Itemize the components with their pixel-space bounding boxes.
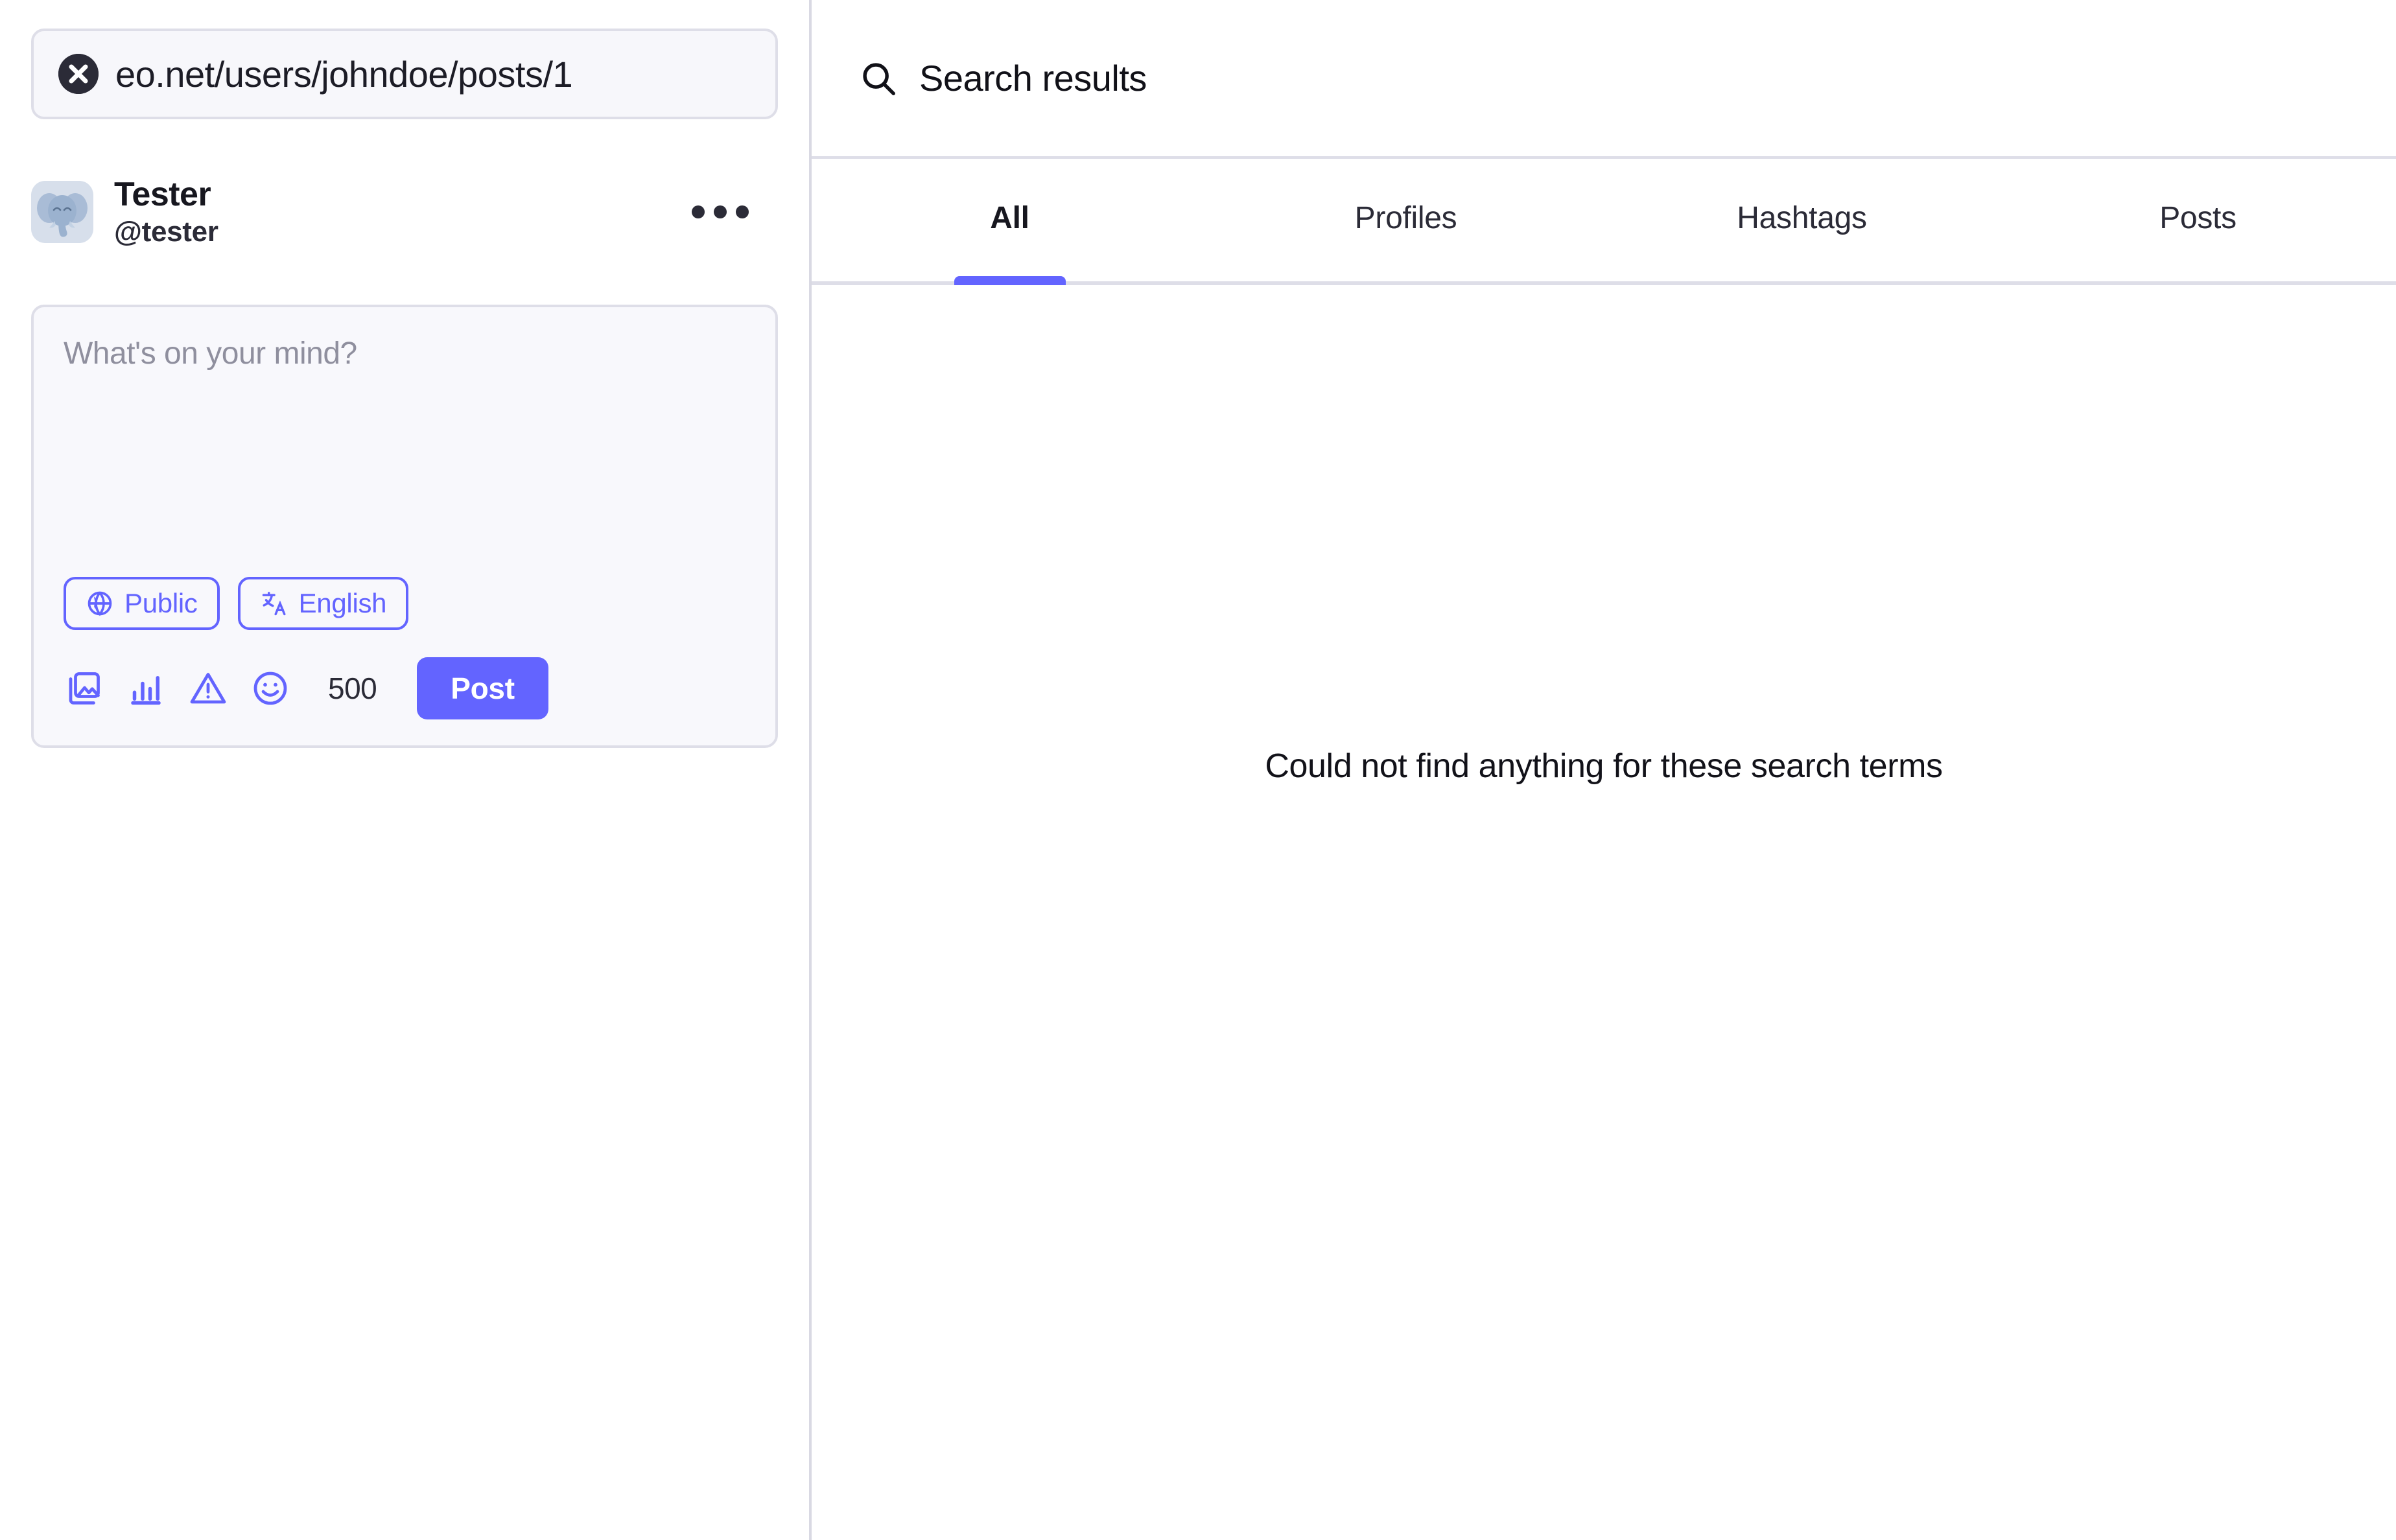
content-warning-icon[interactable] [188, 668, 228, 708]
search-results-tabs: All Profiles Hashtags Posts [812, 159, 2396, 285]
search-results-list: Could not find anything for these search… [812, 285, 2396, 1540]
compose-box: What's on your mind? Public [31, 305, 778, 748]
tab-all[interactable]: All [812, 159, 1208, 281]
compose-pill-row: Public English [64, 577, 746, 630]
instance-url-text: eo.net/users/johndoe/posts/1 [115, 53, 572, 95]
close-circle-icon[interactable] [58, 54, 99, 94]
account-display-name: Tester [114, 176, 664, 213]
character-count: 500 [328, 671, 377, 706]
kebab-dot [736, 205, 749, 218]
tab-profiles[interactable]: Profiles [1208, 159, 1604, 281]
compose-textarea[interactable]: What's on your mind? [64, 336, 746, 577]
emoji-picker-icon[interactable] [250, 668, 290, 708]
post-button[interactable]: Post [417, 657, 548, 719]
app-root: eo.net/users/johndoe/posts/1 [0, 0, 2396, 1540]
elephant-avatar[interactable] [31, 181, 93, 243]
instance-url-bar[interactable]: eo.net/users/johndoe/posts/1 [31, 29, 778, 119]
search-icon [858, 58, 898, 99]
tab-hashtags[interactable]: Hashtags [1604, 159, 2000, 281]
privacy-selector-label: Public [124, 588, 198, 619]
compose-panel: eo.net/users/johndoe/posts/1 [0, 0, 812, 1540]
add-poll-icon[interactable] [126, 668, 166, 708]
kebab-dot [692, 205, 705, 218]
language-selector-button[interactable]: English [238, 577, 409, 630]
empty-state-message: Could not find anything for these search… [1265, 747, 1942, 786]
account-row: Tester @tester [31, 166, 778, 258]
account-names: Tester @tester [114, 176, 664, 248]
kebab-dot [714, 205, 727, 218]
search-results-panel: Search results All Profiles Hashtags Pos… [812, 0, 2396, 1540]
translate-icon [260, 589, 288, 618]
account-handle: @tester [114, 216, 664, 248]
compose-action-row: 500 Post [64, 657, 746, 719]
tab-posts[interactable]: Posts [2000, 159, 2396, 281]
search-results-header: Search results [812, 0, 2396, 159]
ellipsis-horizontal-icon[interactable] [685, 186, 756, 238]
search-results-title: Search results [919, 57, 1147, 99]
globe-icon [86, 589, 114, 618]
privacy-selector-button[interactable]: Public [64, 577, 220, 630]
add-images-icon[interactable] [64, 668, 104, 708]
language-selector-label: English [299, 588, 387, 619]
